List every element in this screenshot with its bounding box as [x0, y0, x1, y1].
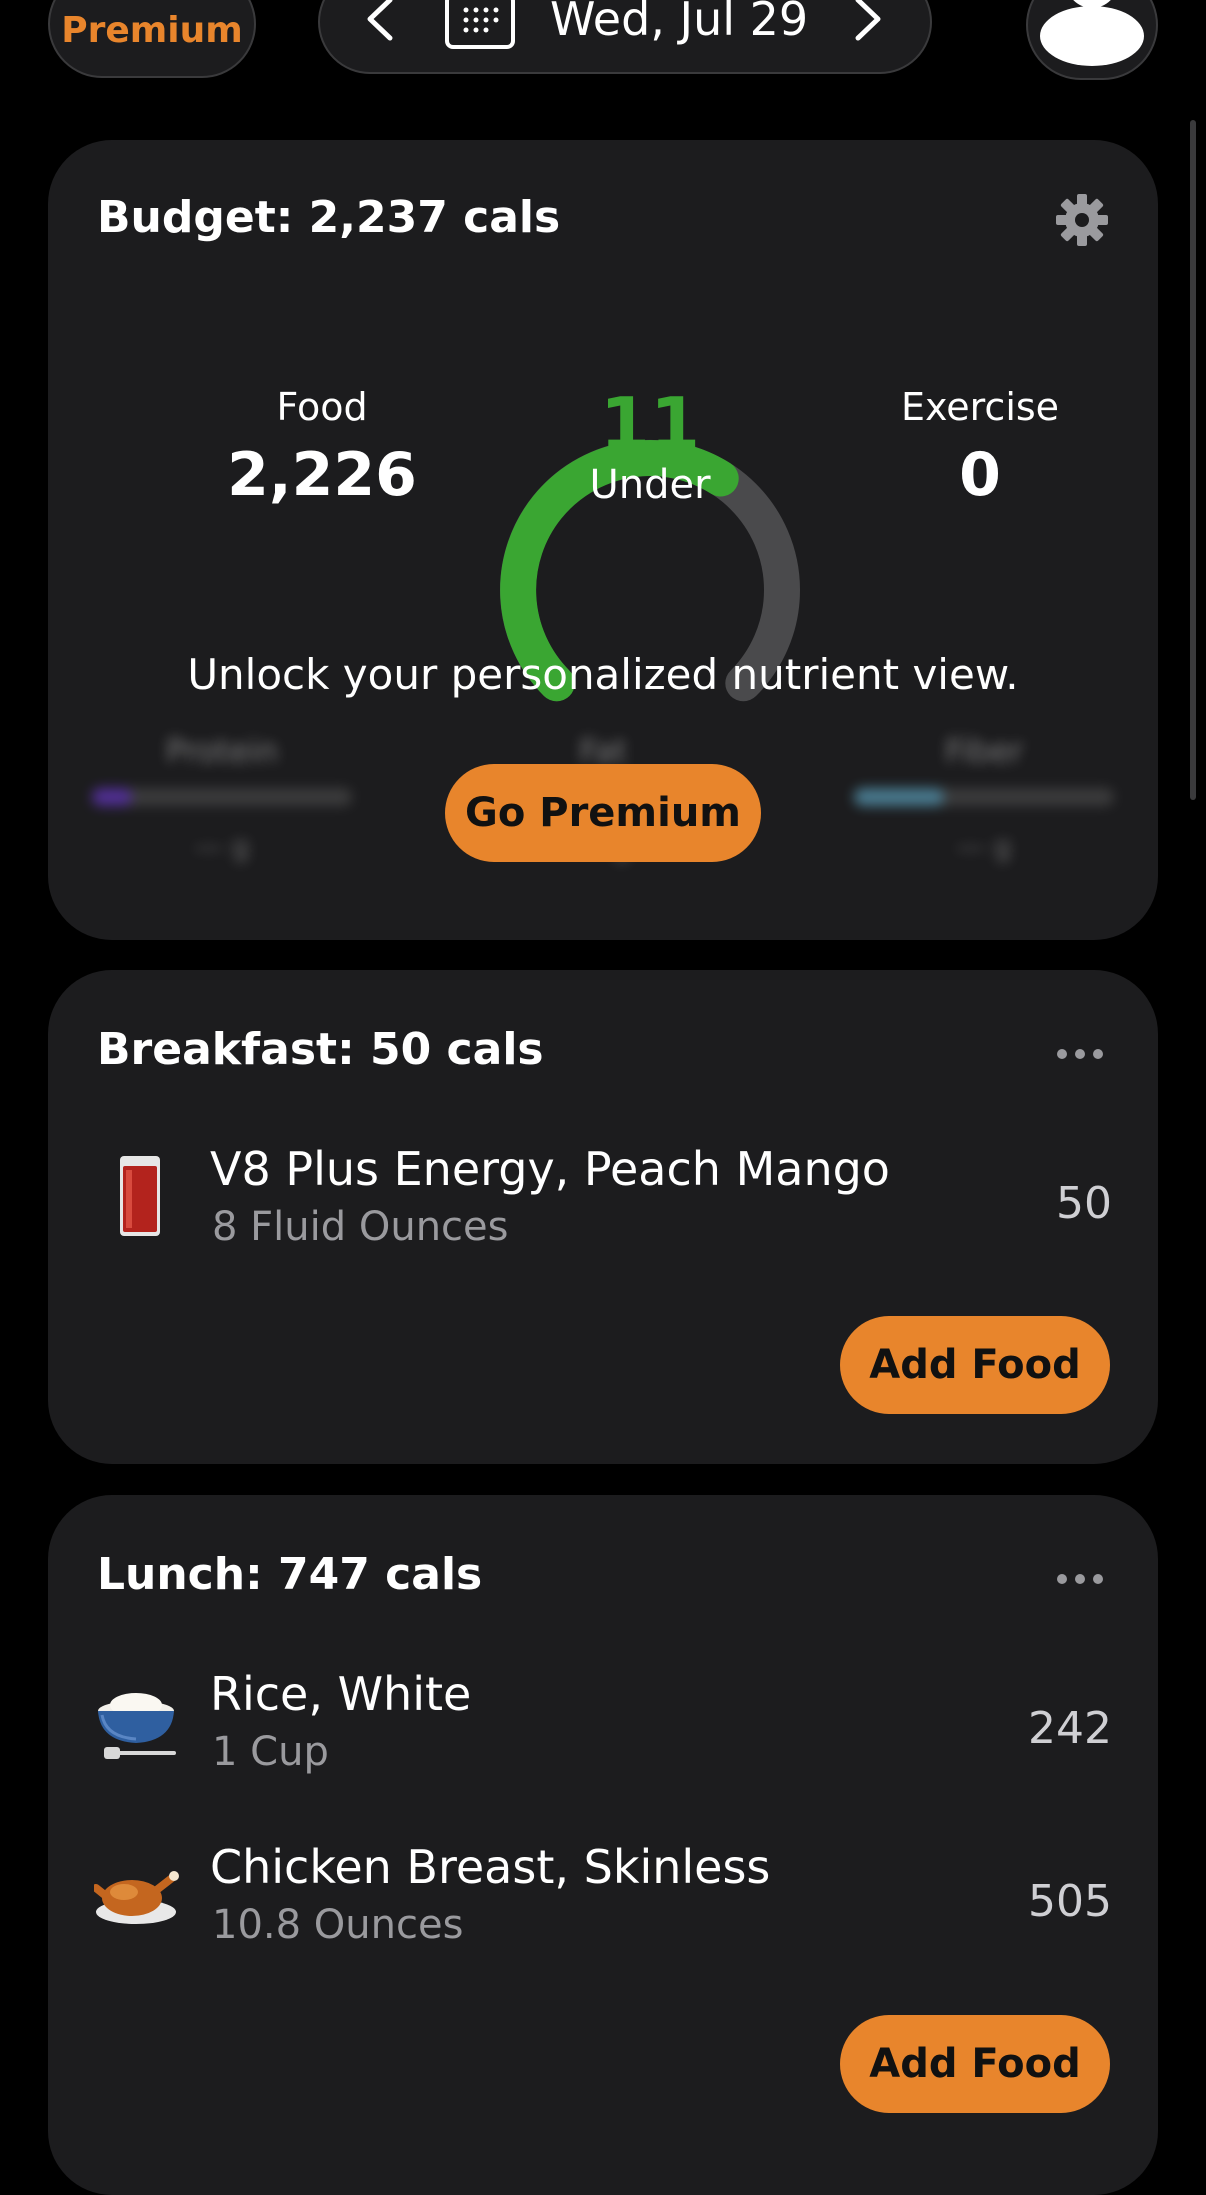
- rice-bowl-icon: [98, 1693, 176, 1759]
- date-selector: Wed, Jul 29: [318, 0, 932, 74]
- exercise-label: Exercise: [900, 385, 1060, 429]
- more-options-icon[interactable]: [1054, 1046, 1106, 1062]
- food-item[interactable]: V8 Plus Energy, Peach Mango 8 Fluid Ounc…: [48, 1140, 1158, 1260]
- food-item[interactable]: Rice, White 1 Cup 242: [48, 1665, 1158, 1785]
- food-quantity: 8 Fluid Ounces: [212, 1204, 509, 1250]
- nutrient-label: Protein: [165, 732, 279, 770]
- settings-gear-icon[interactable]: [1054, 192, 1110, 248]
- food-quantity: 1 Cup: [212, 1729, 329, 1775]
- budget-title: Budget: 2,237 cals: [97, 192, 561, 243]
- food-value: 2,226: [227, 440, 417, 510]
- food-quantity: 10.8 Ounces: [212, 1902, 464, 1948]
- nutrient-fiber: Fiber — g: [854, 732, 1114, 863]
- food-label: Food: [276, 385, 368, 429]
- lunch-card: Lunch: 747 cals Rice, White 1 Cup 242 Ch…: [48, 1495, 1158, 2195]
- nutrient-protein: Protein — g: [92, 732, 352, 863]
- avatar-icon: [1040, 0, 1144, 66]
- unlock-message: Unlock your personalized nutrient view.: [187, 650, 1019, 699]
- food-name: V8 Plus Energy, Peach Mango: [210, 1142, 890, 1196]
- chevron-right-icon[interactable]: [850, 0, 886, 44]
- chevron-left-icon[interactable]: [362, 0, 398, 44]
- meal-title: Breakfast: 50 cals: [97, 1024, 544, 1075]
- meal-title: Lunch: 747 cals: [97, 1549, 483, 1600]
- more-options-icon[interactable]: [1054, 1571, 1106, 1587]
- remaining-label: Under: [589, 462, 711, 508]
- premium-label: Premium: [61, 10, 243, 51]
- juice-glass-icon: [120, 1156, 160, 1236]
- food-item[interactable]: Chicken Breast, Skinless 10.8 Ounces 505: [48, 1838, 1158, 1958]
- date-label[interactable]: Wed, Jul 29: [550, 0, 808, 46]
- food-calories: 505: [1028, 1876, 1112, 1927]
- food-name: Chicken Breast, Skinless: [210, 1840, 771, 1894]
- premium-button[interactable]: Premium: [48, 0, 256, 78]
- food-name: Rice, White: [210, 1667, 472, 1721]
- top-bar: Premium Wed, Jul 29: [0, 0, 1206, 90]
- add-food-button[interactable]: Add Food: [840, 1316, 1110, 1414]
- budget-card: Budget: 2,237 cals Food 2,226 11 Under E…: [48, 140, 1158, 940]
- roast-chicken-icon: [94, 1871, 179, 1924]
- scrollbar[interactable]: [1190, 120, 1196, 800]
- go-premium-button[interactable]: Go Premium: [445, 764, 761, 862]
- breakfast-card: Breakfast: 50 cals V8 Plus Energy, Peach…: [48, 970, 1158, 1464]
- calendar-icon[interactable]: [444, 0, 516, 50]
- add-food-button[interactable]: Add Food: [840, 2015, 1110, 2113]
- nutrient-label: Fiber: [944, 732, 1024, 770]
- remaining-value: 11: [599, 382, 701, 466]
- profile-button[interactable]: [1026, 0, 1158, 80]
- exercise-value: 0: [959, 440, 1001, 510]
- food-calories: 50: [1056, 1178, 1112, 1229]
- food-calories: 242: [1028, 1703, 1112, 1754]
